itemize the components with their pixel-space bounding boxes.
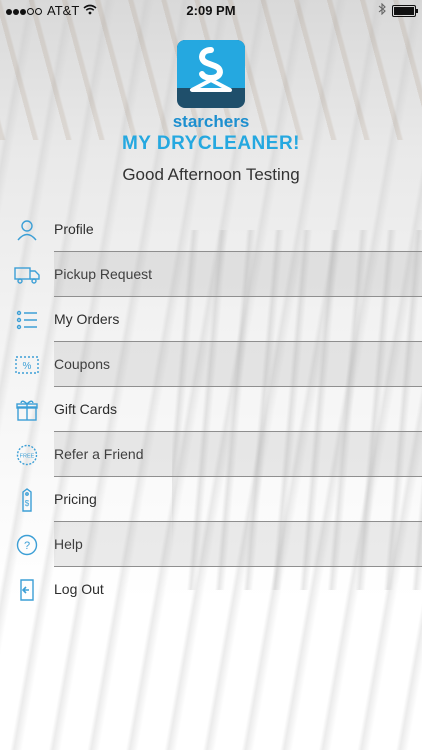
svg-text:%: % <box>23 361 32 372</box>
menu-item-log-out[interactable]: Log Out <box>0 567 422 612</box>
menu-item-pickup-request[interactable]: Pickup Request <box>0 252 422 297</box>
clock: 2:09 PM <box>186 3 236 18</box>
menu-item-label: Gift Cards <box>54 401 118 417</box>
brand-name: starchers <box>172 112 250 131</box>
menu-item-profile[interactable]: Profile <box>0 207 422 252</box>
side-menu: Profile Pickup Request My Orders % Coupo… <box>0 207 422 612</box>
app-logo <box>177 40 245 108</box>
menu-item-gift-cards[interactable]: Gift Cards <box>0 387 422 432</box>
menu-item-label: Coupons <box>54 356 111 372</box>
menu-item-label: Help <box>54 536 83 552</box>
menu-item-refer-a-friend[interactable]: FREE Refer a Friend <box>0 432 422 477</box>
menu-item-label: Log Out <box>54 581 104 597</box>
menu-item-label: My Orders <box>54 311 120 327</box>
menu-item-label: Pickup Request <box>54 266 153 282</box>
price-tag-icon: $ <box>14 487 40 513</box>
menu-item-pricing[interactable]: $ Pricing <box>0 477 422 522</box>
svg-text:$: $ <box>25 499 30 508</box>
menu-item-label: Pricing <box>54 491 97 507</box>
person-icon <box>14 217 40 243</box>
free-badge-icon: FREE <box>14 442 40 468</box>
svg-text:?: ? <box>24 540 30 552</box>
greeting-text: Good Afternoon Testing <box>122 165 300 184</box>
menu-item-label: Refer a Friend <box>54 446 144 462</box>
coupon-icon: % <box>14 352 40 378</box>
battery-icon <box>392 4 418 17</box>
menu-item-my-orders[interactable]: My Orders <box>0 297 422 342</box>
help-icon: ? <box>14 532 40 558</box>
svg-text:FREE: FREE <box>20 454 35 460</box>
status-bar: AT&T 2:09 PM <box>0 0 422 22</box>
logout-icon <box>14 577 40 603</box>
menu-item-help[interactable]: ? Help <box>0 522 422 567</box>
menu-item-label: Profile <box>54 221 94 237</box>
menu-item-coupons[interactable]: % Coupons <box>0 342 422 387</box>
bluetooth-icon <box>378 2 386 18</box>
truck-icon <box>14 262 40 288</box>
list-icon <box>14 307 40 333</box>
gift-icon <box>14 397 40 423</box>
app-tagline: MY DRYCLEANER! <box>121 133 300 154</box>
